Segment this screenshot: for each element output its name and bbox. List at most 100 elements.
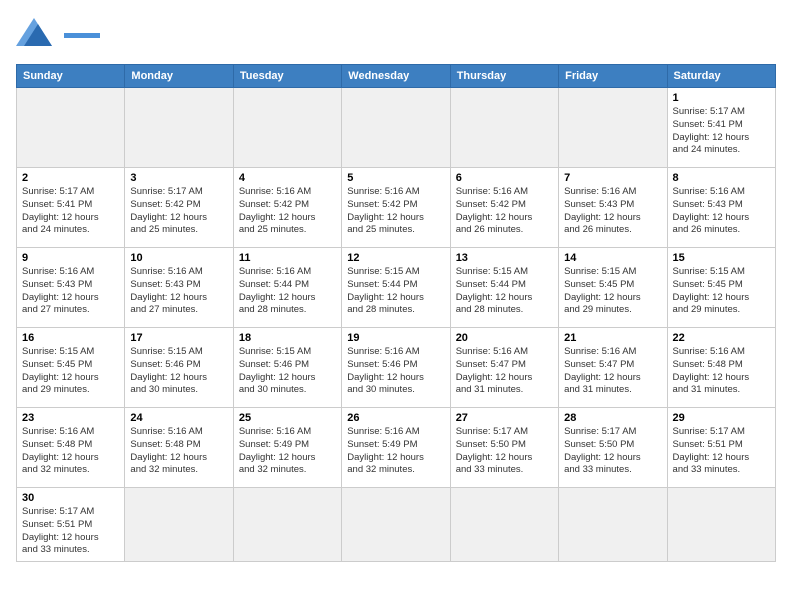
calendar-cell [233, 88, 341, 168]
calendar-cell: 23 Sunrise: 5:16 AM Sunset: 5:48 PM Dayli… [17, 408, 125, 488]
calendar-cell: 5 Sunrise: 5:16 AM Sunset: 5:42 PM Daylig… [342, 168, 450, 248]
day-info: Sunrise: 5:15 AM Sunset: 5:46 PM Dayligh… [239, 346, 336, 397]
day-number: 19 [347, 332, 444, 344]
calendar-cell: 3 Sunrise: 5:17 AM Sunset: 5:42 PM Daylig… [125, 168, 233, 248]
day-number: 6 [456, 172, 553, 184]
day-number: 3 [130, 172, 227, 184]
calendar-cell: 1 Sunrise: 5:17 AM Sunset: 5:41 PM Daylig… [667, 88, 775, 168]
calendar-cell: 19 Sunrise: 5:16 AM Sunset: 5:46 PM Dayli… [342, 328, 450, 408]
calendar-week-row: 16Sunrise: 5:15 AM Sunset: 5:45 PM Dayli… [17, 328, 776, 408]
day-info: Sunrise: 5:16 AM Sunset: 5:43 PM Dayligh… [673, 186, 770, 237]
day-info: Sunrise: 5:16 AM Sunset: 5:49 PM Dayligh… [239, 426, 336, 477]
day-info: Sunrise: 5:15 AM Sunset: 5:44 PM Dayligh… [347, 266, 444, 317]
calendar-week-row: 30Sunrise: 5:17 AM Sunset: 5:51 PM Dayli… [17, 488, 776, 562]
calendar-cell [559, 488, 667, 562]
day-number: 9 [22, 252, 119, 264]
day-info: Sunrise: 5:16 AM Sunset: 5:48 PM Dayligh… [673, 346, 770, 397]
logo [16, 16, 100, 52]
day-number: 15 [673, 252, 770, 264]
calendar-table: SundayMondayTuesdayWednesdayThursdayFrid… [16, 64, 776, 562]
calendar-cell: 18 Sunrise: 5:15 AM Sunset: 5:46 PM Dayli… [233, 328, 341, 408]
day-info: Sunrise: 5:16 AM Sunset: 5:48 PM Dayligh… [130, 426, 227, 477]
day-number: 14 [564, 252, 661, 264]
day-number: 16 [22, 332, 119, 344]
day-number: 24 [130, 412, 227, 424]
calendar-cell: 10 Sunrise: 5:16 AM Sunset: 5:43 PM Dayli… [125, 248, 233, 328]
day-info: Sunrise: 5:16 AM Sunset: 5:49 PM Dayligh… [347, 426, 444, 477]
col-header-saturday: Saturday [667, 65, 775, 88]
calendar-cell: 24 Sunrise: 5:16 AM Sunset: 5:48 PM Dayli… [125, 408, 233, 488]
day-number: 1 [673, 92, 770, 104]
col-header-monday: Monday [125, 65, 233, 88]
day-info: Sunrise: 5:16 AM Sunset: 5:44 PM Dayligh… [239, 266, 336, 317]
day-number: 5 [347, 172, 444, 184]
day-number: 28 [564, 412, 661, 424]
calendar-week-row: 2Sunrise: 5:17 AM Sunset: 5:41 PM Daylig… [17, 168, 776, 248]
day-info: Sunrise: 5:16 AM Sunset: 5:42 PM Dayligh… [239, 186, 336, 237]
day-number: 29 [673, 412, 770, 424]
calendar-cell [125, 88, 233, 168]
logo-underline [64, 33, 100, 38]
calendar-cell: 21Sunrise: 5:16 AM Sunset: 5:47 PM Dayli… [559, 328, 667, 408]
day-info: Sunrise: 5:16 AM Sunset: 5:47 PM Dayligh… [564, 346, 661, 397]
calendar-cell [233, 488, 341, 562]
calendar-cell: 17Sunrise: 5:15 AM Sunset: 5:46 PM Dayli… [125, 328, 233, 408]
day-number: 11 [239, 252, 336, 264]
calendar-cell: 7Sunrise: 5:16 AM Sunset: 5:43 PM Daylig… [559, 168, 667, 248]
logo-icon [16, 16, 60, 52]
day-number: 26 [347, 412, 444, 424]
col-header-thursday: Thursday [450, 65, 558, 88]
calendar-cell: 27 Sunrise: 5:17 AM Sunset: 5:50 PM Dayli… [450, 408, 558, 488]
calendar-cell [450, 488, 558, 562]
day-info: Sunrise: 5:16 AM Sunset: 5:48 PM Dayligh… [22, 426, 119, 477]
day-info: Sunrise: 5:15 AM Sunset: 5:44 PM Dayligh… [456, 266, 553, 317]
calendar-cell: 9 Sunrise: 5:16 AM Sunset: 5:43 PM Daylig… [17, 248, 125, 328]
day-info: Sunrise: 5:16 AM Sunset: 5:43 PM Dayligh… [564, 186, 661, 237]
day-number: 22 [673, 332, 770, 344]
calendar-cell: 16Sunrise: 5:15 AM Sunset: 5:45 PM Dayli… [17, 328, 125, 408]
calendar-cell [125, 488, 233, 562]
day-info: Sunrise: 5:17 AM Sunset: 5:41 PM Dayligh… [673, 106, 770, 157]
calendar-cell: 22 Sunrise: 5:16 AM Sunset: 5:48 PM Dayli… [667, 328, 775, 408]
day-number: 12 [347, 252, 444, 264]
day-info: Sunrise: 5:16 AM Sunset: 5:42 PM Dayligh… [456, 186, 553, 237]
day-number: 27 [456, 412, 553, 424]
calendar-cell [17, 88, 125, 168]
day-number: 18 [239, 332, 336, 344]
day-info: Sunrise: 5:16 AM Sunset: 5:43 PM Dayligh… [130, 266, 227, 317]
calendar-cell: 11 Sunrise: 5:16 AM Sunset: 5:44 PM Dayli… [233, 248, 341, 328]
day-info: Sunrise: 5:17 AM Sunset: 5:51 PM Dayligh… [673, 426, 770, 477]
day-number: 20 [456, 332, 553, 344]
day-info: Sunrise: 5:17 AM Sunset: 5:50 PM Dayligh… [456, 426, 553, 477]
calendar-cell: 28Sunrise: 5:17 AM Sunset: 5:50 PM Dayli… [559, 408, 667, 488]
col-header-tuesday: Tuesday [233, 65, 341, 88]
day-number: 4 [239, 172, 336, 184]
day-number: 10 [130, 252, 227, 264]
calendar-cell: 12 Sunrise: 5:15 AM Sunset: 5:44 PM Dayli… [342, 248, 450, 328]
calendar-cell [667, 488, 775, 562]
day-info: Sunrise: 5:17 AM Sunset: 5:51 PM Dayligh… [22, 506, 119, 557]
day-info: Sunrise: 5:17 AM Sunset: 5:42 PM Dayligh… [130, 186, 227, 237]
calendar-cell [559, 88, 667, 168]
day-info: Sunrise: 5:15 AM Sunset: 5:45 PM Dayligh… [673, 266, 770, 317]
day-info: Sunrise: 5:16 AM Sunset: 5:42 PM Dayligh… [347, 186, 444, 237]
calendar-cell: 15 Sunrise: 5:15 AM Sunset: 5:45 PM Dayli… [667, 248, 775, 328]
calendar-cell [342, 488, 450, 562]
col-header-friday: Friday [559, 65, 667, 88]
day-info: Sunrise: 5:16 AM Sunset: 5:43 PM Dayligh… [22, 266, 119, 317]
day-number: 23 [22, 412, 119, 424]
calendar-cell: 14 Sunrise: 5:15 AM Sunset: 5:45 PM Dayli… [559, 248, 667, 328]
calendar-cell: 8Sunrise: 5:16 AM Sunset: 5:43 PM Daylig… [667, 168, 775, 248]
day-number: 2 [22, 172, 119, 184]
page-header [16, 16, 776, 52]
calendar-cell: 25Sunrise: 5:16 AM Sunset: 5:49 PM Dayli… [233, 408, 341, 488]
calendar-week-row: 23 Sunrise: 5:16 AM Sunset: 5:48 PM Dayli… [17, 408, 776, 488]
day-info: Sunrise: 5:16 AM Sunset: 5:47 PM Dayligh… [456, 346, 553, 397]
day-info: Sunrise: 5:15 AM Sunset: 5:45 PM Dayligh… [564, 266, 661, 317]
day-info: Sunrise: 5:15 AM Sunset: 5:46 PM Dayligh… [130, 346, 227, 397]
day-number: 13 [456, 252, 553, 264]
calendar-cell [450, 88, 558, 168]
day-info: Sunrise: 5:16 AM Sunset: 5:46 PM Dayligh… [347, 346, 444, 397]
calendar-cell: 4 Sunrise: 5:16 AM Sunset: 5:42 PM Daylig… [233, 168, 341, 248]
calendar-cell [342, 88, 450, 168]
